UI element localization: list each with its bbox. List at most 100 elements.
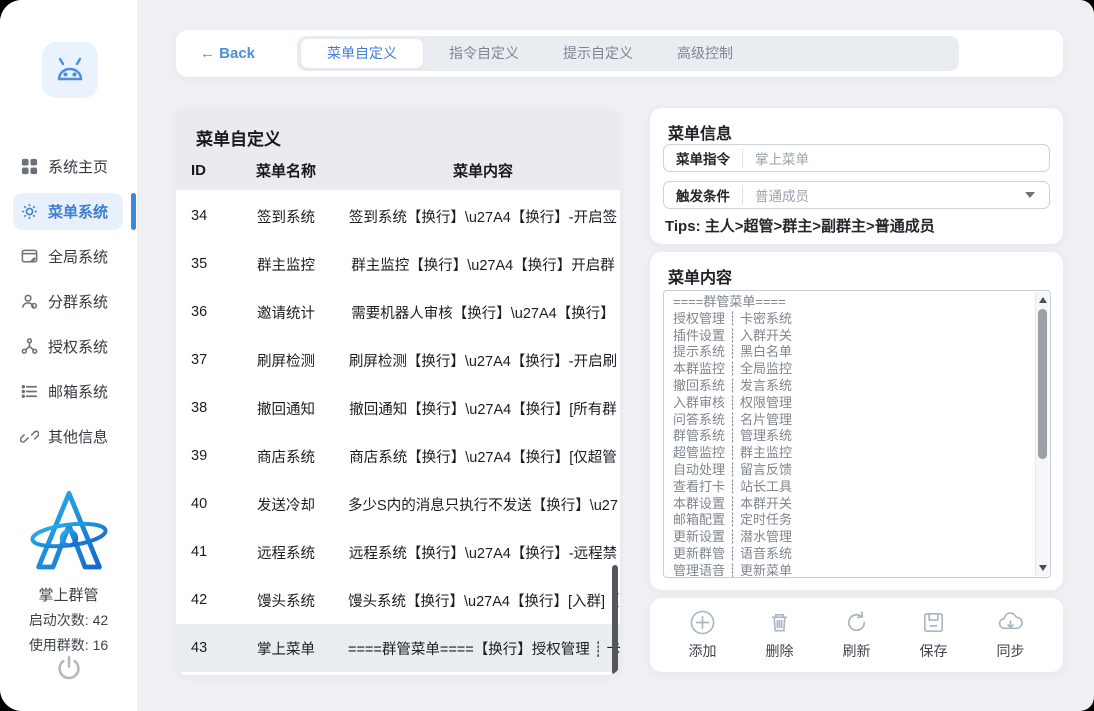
user-group-icon bbox=[20, 292, 39, 311]
menu-content-lines: ====群管菜单==== 授权管理 ┊ 卡密系统 插件设置 ┊ 入群开关 提示系… bbox=[673, 294, 1032, 577]
cell-content: 撤回通知【换行】\u27A4【换行】[所有群 bbox=[346, 398, 620, 419]
cell-content: ====群管菜单====【换行】授权管理 ┊ 卡 bbox=[346, 638, 620, 659]
table-row[interactable]: 37 刷屏检测 刷屏检测【换行】\u27A4【换行】-开启刷 bbox=[176, 336, 620, 384]
menu-line: 入群审核 ┊ 权限管理 bbox=[673, 395, 1032, 412]
table-row[interactable]: 42 馒头系统 馒头系统【换行】\u27A4【换行】[入群]【 bbox=[176, 576, 620, 624]
sidebar-item-group-split[interactable]: 分群系统 bbox=[0, 279, 137, 324]
sidebar-nav: 系统主页 菜单系统 全局系统 bbox=[0, 144, 137, 459]
scroll-down-icon[interactable] bbox=[1039, 565, 1047, 571]
sync-button[interactable]: 同步 bbox=[997, 609, 1025, 661]
refresh-icon bbox=[843, 609, 870, 636]
group-count: 使用群数: 16 bbox=[0, 635, 137, 655]
sidebar-item-label: 系统主页 bbox=[48, 156, 108, 177]
cell-id: 37 bbox=[176, 352, 226, 368]
sidebar-item-label: 菜单系统 bbox=[48, 201, 108, 222]
cell-id: 38 bbox=[176, 400, 226, 416]
table-body: 34 签到系统 签到系统【换行】\u27A4【换行】-开启签 35 群主监控 群… bbox=[176, 190, 620, 672]
app-logo bbox=[42, 42, 98, 98]
cell-name: 群主监控 bbox=[226, 254, 346, 275]
menu-content-textarea[interactable]: ====群管菜单==== 授权管理 ┊ 卡密系统 插件设置 ┊ 入群开关 提示系… bbox=[663, 290, 1051, 578]
tab-bar: 菜单自定义 指令自定义 提示自定义 高级控制 bbox=[297, 36, 959, 71]
table-row[interactable]: 36 邀请统计 需要机器人审核【换行】\u27A4【换行】 bbox=[176, 288, 620, 336]
cell-id: 34 bbox=[176, 208, 226, 224]
cell-content: 需要机器人审核【换行】\u27A4【换行】 bbox=[346, 302, 620, 323]
menu-command-label: 菜单指令 bbox=[664, 148, 742, 168]
table-row-selected[interactable]: 43 掌上菜单 ====群管菜单====【换行】授权管理 ┊ 卡 bbox=[176, 624, 620, 672]
cell-name: 远程系统 bbox=[226, 542, 346, 563]
sidebar-item-home[interactable]: 系统主页 bbox=[0, 144, 137, 189]
table-row[interactable]: 34 签到系统 签到系统【换行】\u27A4【换行】-开启签 bbox=[176, 192, 620, 240]
sidebar-item-label: 其他信息 bbox=[48, 426, 108, 447]
cell-id: 41 bbox=[176, 544, 226, 560]
sidebar-item-authorization[interactable]: 授权系统 bbox=[0, 324, 137, 369]
cell-id: 40 bbox=[176, 496, 226, 512]
menu-table-card: 菜单自定义 ID 菜单名称 菜单内容 34 签到系统 签到系统【换行】\u27A… bbox=[176, 108, 620, 675]
table-row[interactable]: 38 撤回通知 撤回通知【换行】\u27A4【换行】[所有群 bbox=[176, 384, 620, 432]
tab-hint-custom[interactable]: 提示自定义 bbox=[541, 36, 655, 71]
cell-content: 远程系统【换行】\u27A4【换行】-远程禁 bbox=[346, 542, 620, 563]
sidebar-item-mailbox[interactable]: 邮箱系统 bbox=[0, 369, 137, 414]
delete-button[interactable]: 删除 bbox=[766, 609, 794, 661]
tab-advanced-control[interactable]: 高级控制 bbox=[655, 36, 755, 71]
trigger-condition-field[interactable]: 触发条件 普通成员 bbox=[663, 181, 1050, 209]
trigger-condition-select[interactable]: 普通成员 bbox=[743, 185, 1025, 205]
cell-name: 刷屏检测 bbox=[226, 350, 346, 371]
col-header-name: 菜单名称 bbox=[226, 160, 346, 181]
menu-line: 授权管理 ┊ 卡密系统 bbox=[673, 311, 1032, 328]
table-row[interactable]: 40 发送冷却 多少S内的消息只执行不发送【换行】\u27 bbox=[176, 480, 620, 528]
cell-id: 36 bbox=[176, 304, 226, 320]
menu-line: 本群监控 ┊ 全局监控 bbox=[673, 361, 1032, 378]
share-network-icon bbox=[20, 337, 39, 356]
menu-line: 群管系统 ┊ 管理系统 bbox=[673, 428, 1032, 445]
textarea-scrollbar[interactable] bbox=[1035, 292, 1049, 576]
refresh-button[interactable]: 刷新 bbox=[843, 609, 871, 661]
menu-command-input[interactable]: 掌上菜单 bbox=[743, 148, 1049, 168]
menu-line: 自动处理 ┊ 留言反馈 bbox=[673, 462, 1032, 479]
cell-name: 发送冷却 bbox=[226, 494, 346, 515]
save-button[interactable]: 保存 bbox=[920, 609, 948, 661]
sidebar: 系统主页 菜单系统 全局系统 bbox=[0, 0, 137, 711]
add-button[interactable]: 添加 bbox=[689, 609, 717, 661]
tab-menu-custom[interactable]: 菜单自定义 bbox=[301, 39, 423, 68]
back-button[interactable]: ← Back bbox=[200, 45, 255, 62]
menu-command-field[interactable]: 菜单指令 掌上菜单 bbox=[663, 144, 1050, 172]
table-title: 菜单自定义 bbox=[176, 125, 620, 150]
cell-name: 邀请统计 bbox=[226, 302, 346, 323]
table-row[interactable]: 41 远程系统 远程系统【换行】\u27A4【换行】-远程禁 bbox=[176, 528, 620, 576]
delete-icon bbox=[766, 609, 793, 636]
tips-text: Tips: 主人>超管>群主>副群主>普通成员 bbox=[665, 215, 935, 236]
power-button[interactable] bbox=[0, 654, 137, 682]
cell-content: 刷屏检测【换行】\u27A4【换行】-开启刷 bbox=[346, 350, 620, 371]
cell-content: 馒头系统【换行】\u27A4【换行】[入群]【 bbox=[346, 590, 620, 611]
table-scrollbar-thumb[interactable] bbox=[612, 565, 618, 675]
brand-footer: 掌上群管 启动次数: 42 使用群数: 16 bbox=[0, 488, 137, 655]
scroll-up-icon[interactable] bbox=[1039, 297, 1047, 303]
cell-id: 35 bbox=[176, 256, 226, 272]
cell-id: 42 bbox=[176, 592, 226, 608]
action-toolbar: 添加 删除 刷新 保存 bbox=[650, 598, 1063, 672]
cell-content: 群主监控【换行】\u27A4【换行】开启群 bbox=[346, 254, 620, 275]
sync-label: 同步 bbox=[997, 641, 1025, 661]
scrollbar-thumb[interactable] bbox=[1038, 309, 1047, 459]
table-header: 菜单自定义 ID 菜单名称 菜单内容 bbox=[176, 108, 620, 190]
android-icon bbox=[53, 55, 87, 85]
menu-line: 更新设置 ┊ 潜水管理 bbox=[673, 529, 1032, 546]
table-row[interactable]: 39 商店系统 商店系统【换行】\u27A4【换行】[仅超管 bbox=[176, 432, 620, 480]
menu-line: 问答系统 ┊ 名片管理 bbox=[673, 412, 1032, 429]
active-indicator bbox=[131, 193, 136, 230]
list-icon bbox=[20, 382, 39, 401]
chevron-down-icon[interactable] bbox=[1025, 192, 1035, 198]
menu-line: 插件设置 ┊ 入群开关 bbox=[673, 328, 1032, 345]
menu-line: 管理语音 ┊ 更新菜单 bbox=[673, 563, 1032, 577]
cell-name: 馒头系统 bbox=[226, 590, 346, 611]
sidebar-item-other-info[interactable]: 其他信息 bbox=[0, 414, 137, 459]
sidebar-item-global-system[interactable]: 全局系统 bbox=[0, 234, 137, 279]
cell-id: 43 bbox=[176, 640, 226, 656]
cell-name: 撤回通知 bbox=[226, 398, 346, 419]
sidebar-item-menu-system[interactable]: 菜单系统 bbox=[0, 189, 137, 234]
launch-count: 启动次数: 42 bbox=[0, 610, 137, 630]
grid-icon bbox=[20, 157, 39, 176]
add-label: 添加 bbox=[689, 641, 717, 661]
table-row[interactable]: 35 群主监控 群主监控【换行】\u27A4【换行】开启群 bbox=[176, 240, 620, 288]
tab-command-custom[interactable]: 指令自定义 bbox=[427, 36, 541, 71]
